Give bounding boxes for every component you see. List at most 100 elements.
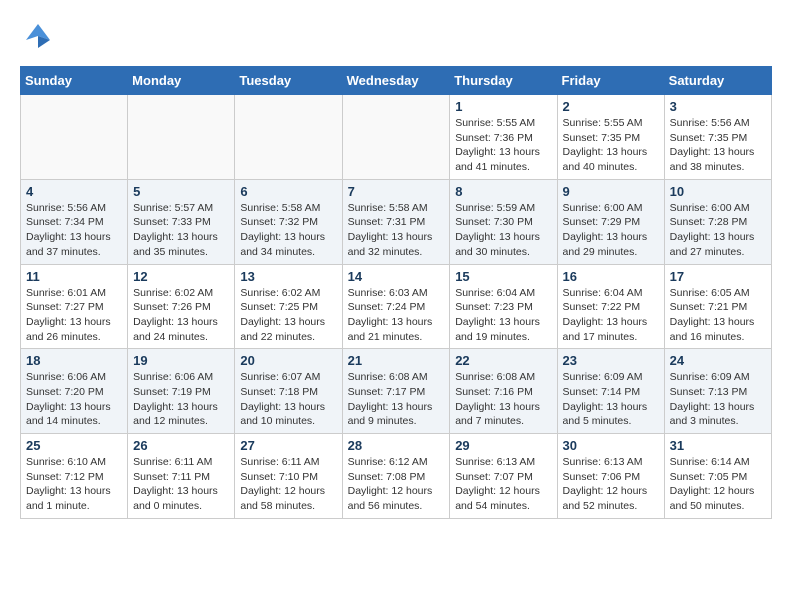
day-info: Sunrise: 6:07 AM Sunset: 7:18 PM Dayligh… <box>240 370 336 429</box>
calendar-cell: 9 Sunrise: 6:00 AM Sunset: 7:29 PM Daylig… <box>557 179 664 264</box>
day-info: Sunrise: 5:57 AM Sunset: 7:33 PM Dayligh… <box>133 201 229 260</box>
day-number: 30 <box>563 438 659 453</box>
day-number: 31 <box>670 438 766 453</box>
day-info: Sunrise: 6:09 AM Sunset: 7:13 PM Dayligh… <box>670 370 766 429</box>
day-number: 18 <box>26 353 122 368</box>
calendar-cell: 26 Sunrise: 6:11 AM Sunset: 7:11 PM Dayli… <box>128 434 235 519</box>
day-number: 4 <box>26 184 122 199</box>
calendar-cell: 25Sunrise: 6:10 AM Sunset: 7:12 PM Dayli… <box>21 434 128 519</box>
logo <box>20 20 62 56</box>
day-number: 27 <box>240 438 336 453</box>
day-info: Sunrise: 6:04 AM Sunset: 7:23 PM Dayligh… <box>455 286 551 345</box>
calendar-cell: 14Sunrise: 6:03 AM Sunset: 7:24 PM Dayli… <box>342 264 450 349</box>
day-of-week-header: Tuesday <box>235 67 342 95</box>
day-number: 12 <box>133 269 229 284</box>
day-of-week-header: Saturday <box>664 67 771 95</box>
day-info: Sunrise: 6:04 AM Sunset: 7:22 PM Dayligh… <box>563 286 659 345</box>
calendar-cell: 16 Sunrise: 6:04 AM Sunset: 7:22 PM Dayli… <box>557 264 664 349</box>
calendar-cell: 1 Sunrise: 5:55 AM Sunset: 7:36 PM Daylig… <box>450 95 557 180</box>
calendar-cell: 24 Sunrise: 6:09 AM Sunset: 7:13 PM Dayli… <box>664 349 771 434</box>
calendar-cell: 6 Sunrise: 5:58 AM Sunset: 7:32 PM Daylig… <box>235 179 342 264</box>
calendar-cell: 21Sunrise: 6:08 AM Sunset: 7:17 PM Dayli… <box>342 349 450 434</box>
day-number: 19 <box>133 353 229 368</box>
day-number: 21 <box>348 353 445 368</box>
day-info: Sunrise: 6:11 AM Sunset: 7:11 PM Dayligh… <box>133 455 229 514</box>
day-info: Sunrise: 6:14 AM Sunset: 7:05 PM Dayligh… <box>670 455 766 514</box>
day-info: Sunrise: 6:00 AM Sunset: 7:28 PM Dayligh… <box>670 201 766 260</box>
calendar-cell: 11 Sunrise: 6:01 AM Sunset: 7:27 PM Dayli… <box>21 264 128 349</box>
day-number: 28 <box>348 438 445 453</box>
day-info: Sunrise: 5:56 AM Sunset: 7:34 PM Dayligh… <box>26 201 122 260</box>
page-header <box>20 20 772 56</box>
day-of-week-header: Monday <box>128 67 235 95</box>
calendar-cell: 12 Sunrise: 6:02 AM Sunset: 7:26 PM Dayli… <box>128 264 235 349</box>
day-of-week-header: Sunday <box>21 67 128 95</box>
calendar-cell: 19 Sunrise: 6:06 AM Sunset: 7:19 PM Dayli… <box>128 349 235 434</box>
day-info: Sunrise: 6:11 AM Sunset: 7:10 PM Dayligh… <box>240 455 336 514</box>
calendar-cell: 4 Sunrise: 5:56 AM Sunset: 7:34 PM Daylig… <box>21 179 128 264</box>
calendar-week-row: 1 Sunrise: 5:55 AM Sunset: 7:36 PM Daylig… <box>21 95 772 180</box>
day-number: 23 <box>563 353 659 368</box>
day-info: Sunrise: 5:55 AM Sunset: 7:35 PM Dayligh… <box>563 116 659 175</box>
calendar-cell: 10Sunrise: 6:00 AM Sunset: 7:28 PM Dayli… <box>664 179 771 264</box>
day-info: Sunrise: 6:06 AM Sunset: 7:19 PM Dayligh… <box>133 370 229 429</box>
day-of-week-header: Friday <box>557 67 664 95</box>
day-of-week-header: Thursday <box>450 67 557 95</box>
day-info: Sunrise: 6:02 AM Sunset: 7:26 PM Dayligh… <box>133 286 229 345</box>
day-info: Sunrise: 5:58 AM Sunset: 7:32 PM Dayligh… <box>240 201 336 260</box>
day-number: 20 <box>240 353 336 368</box>
day-number: 11 <box>26 269 122 284</box>
calendar-cell: 29Sunrise: 6:13 AM Sunset: 7:07 PM Dayli… <box>450 434 557 519</box>
calendar-cell: 2 Sunrise: 5:55 AM Sunset: 7:35 PM Daylig… <box>557 95 664 180</box>
day-info: Sunrise: 5:58 AM Sunset: 7:31 PM Dayligh… <box>348 201 445 260</box>
day-number: 6 <box>240 184 336 199</box>
day-info: Sunrise: 6:05 AM Sunset: 7:21 PM Dayligh… <box>670 286 766 345</box>
day-number: 15 <box>455 269 551 284</box>
logo-icon <box>20 20 56 56</box>
day-number: 17 <box>670 269 766 284</box>
day-info: Sunrise: 6:10 AM Sunset: 7:12 PM Dayligh… <box>26 455 122 514</box>
calendar-cell <box>21 95 128 180</box>
calendar-table: SundayMondayTuesdayWednesdayThursdayFrid… <box>20 66 772 519</box>
day-info: Sunrise: 6:03 AM Sunset: 7:24 PM Dayligh… <box>348 286 445 345</box>
day-number: 26 <box>133 438 229 453</box>
calendar-week-row: 4 Sunrise: 5:56 AM Sunset: 7:34 PM Daylig… <box>21 179 772 264</box>
day-number: 22 <box>455 353 551 368</box>
calendar-cell: 13Sunrise: 6:02 AM Sunset: 7:25 PM Dayli… <box>235 264 342 349</box>
day-info: Sunrise: 6:01 AM Sunset: 7:27 PM Dayligh… <box>26 286 122 345</box>
day-number: 5 <box>133 184 229 199</box>
calendar-cell <box>235 95 342 180</box>
day-number: 24 <box>670 353 766 368</box>
calendar-cell: 22 Sunrise: 6:08 AM Sunset: 7:16 PM Dayli… <box>450 349 557 434</box>
day-info: Sunrise: 6:13 AM Sunset: 7:06 PM Dayligh… <box>563 455 659 514</box>
calendar-cell: 8 Sunrise: 5:59 AM Sunset: 7:30 PM Daylig… <box>450 179 557 264</box>
day-number: 9 <box>563 184 659 199</box>
calendar-cell: 30 Sunrise: 6:13 AM Sunset: 7:06 PM Dayli… <box>557 434 664 519</box>
calendar-week-row: 25Sunrise: 6:10 AM Sunset: 7:12 PM Dayli… <box>21 434 772 519</box>
calendar-week-row: 18 Sunrise: 6:06 AM Sunset: 7:20 PM Dayli… <box>21 349 772 434</box>
calendar-cell: 23Sunrise: 6:09 AM Sunset: 7:14 PM Dayli… <box>557 349 664 434</box>
day-info: Sunrise: 5:55 AM Sunset: 7:36 PM Dayligh… <box>455 116 551 175</box>
day-number: 1 <box>455 99 551 114</box>
day-number: 8 <box>455 184 551 199</box>
calendar-cell: 15 Sunrise: 6:04 AM Sunset: 7:23 PM Dayli… <box>450 264 557 349</box>
calendar-header-row: SundayMondayTuesdayWednesdayThursdayFrid… <box>21 67 772 95</box>
day-number: 16 <box>563 269 659 284</box>
day-info: Sunrise: 6:00 AM Sunset: 7:29 PM Dayligh… <box>563 201 659 260</box>
day-info: Sunrise: 6:12 AM Sunset: 7:08 PM Dayligh… <box>348 455 445 514</box>
calendar-cell: 31 Sunrise: 6:14 AM Sunset: 7:05 PM Dayli… <box>664 434 771 519</box>
calendar-cell: 7 Sunrise: 5:58 AM Sunset: 7:31 PM Daylig… <box>342 179 450 264</box>
day-of-week-header: Wednesday <box>342 67 450 95</box>
day-number: 2 <box>563 99 659 114</box>
calendar-cell: 27 Sunrise: 6:11 AM Sunset: 7:10 PM Dayli… <box>235 434 342 519</box>
calendar-cell: 3Sunrise: 5:56 AM Sunset: 7:35 PM Daylig… <box>664 95 771 180</box>
calendar-cell: 17 Sunrise: 6:05 AM Sunset: 7:21 PM Dayli… <box>664 264 771 349</box>
day-number: 7 <box>348 184 445 199</box>
day-info: Sunrise: 5:59 AM Sunset: 7:30 PM Dayligh… <box>455 201 551 260</box>
calendar-cell: 5 Sunrise: 5:57 AM Sunset: 7:33 PM Daylig… <box>128 179 235 264</box>
day-info: Sunrise: 6:08 AM Sunset: 7:16 PM Dayligh… <box>455 370 551 429</box>
day-info: Sunrise: 6:02 AM Sunset: 7:25 PM Dayligh… <box>240 286 336 345</box>
calendar-week-row: 11 Sunrise: 6:01 AM Sunset: 7:27 PM Dayli… <box>21 264 772 349</box>
day-info: Sunrise: 6:06 AM Sunset: 7:20 PM Dayligh… <box>26 370 122 429</box>
calendar-cell <box>128 95 235 180</box>
